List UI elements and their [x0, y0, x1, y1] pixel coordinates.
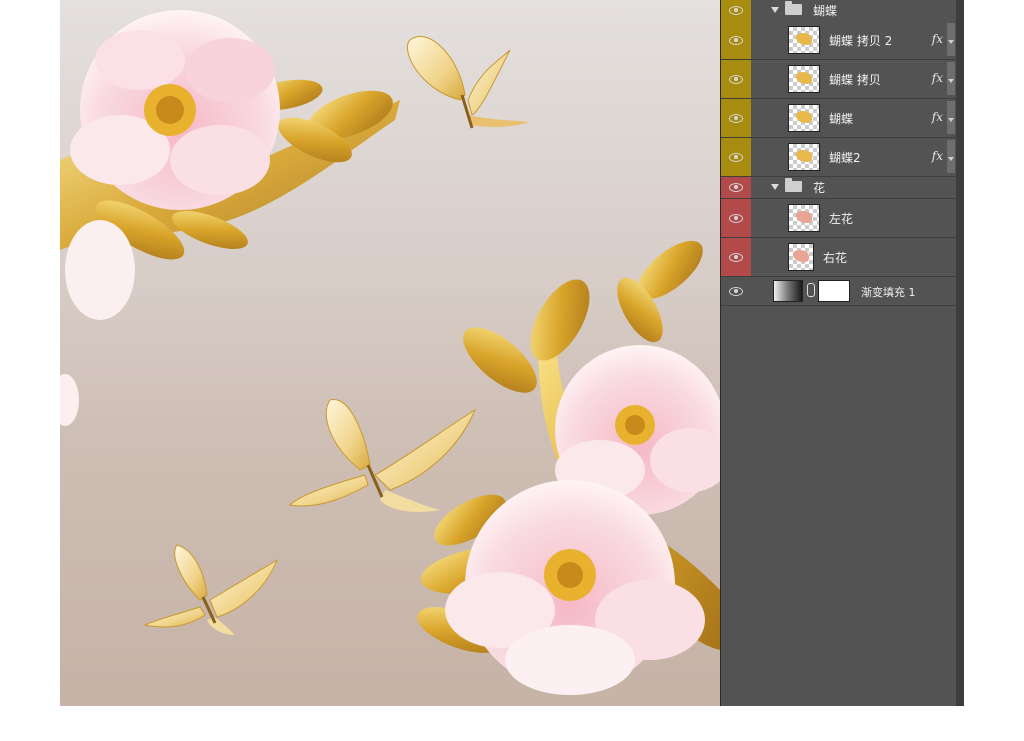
visibility-toggle[interactable]: [721, 0, 751, 21]
eye-icon: [729, 6, 743, 15]
butterfly-bottom: [143, 544, 279, 635]
layer-thumbnail: [788, 65, 820, 93]
layer-name: 渐变填充 1: [861, 286, 916, 299]
layer-left-flower[interactable]: 左花: [721, 199, 957, 238]
layer-thumbnail: [788, 104, 820, 132]
layer-name: 蝴蝶: [829, 112, 854, 126]
eye-icon: [729, 74, 743, 84]
eye-icon: [729, 113, 743, 123]
visibility-toggle[interactable]: [721, 177, 751, 198]
layer-name: 蝴蝶2: [829, 151, 861, 165]
visibility-toggle[interactable]: [721, 60, 751, 98]
layer-thumbnail: [788, 204, 820, 232]
layer-name: 右花: [823, 251, 848, 265]
fx-icon[interactable]: fx: [932, 32, 943, 46]
layer-thumbnail: [788, 243, 814, 271]
disclosure-triangle-icon[interactable]: [771, 7, 779, 13]
layer-butterfly-2[interactable]: 蝴蝶2 fx: [721, 138, 957, 177]
panel-scrollbar[interactable]: [956, 0, 964, 706]
visibility-toggle[interactable]: [721, 199, 751, 237]
eye-icon: [729, 286, 743, 296]
eye-icon: [729, 213, 743, 223]
artwork-canvas[interactable]: [60, 0, 720, 706]
gradient-thumbnail: [773, 280, 803, 302]
fx-icon[interactable]: fx: [932, 110, 943, 124]
visibility-toggle[interactable]: [721, 138, 751, 176]
layer-thumbnail: [788, 143, 820, 171]
artwork-illustration: [60, 10, 720, 695]
visibility-toggle[interactable]: [721, 277, 751, 305]
flower-top-left: [60, 10, 400, 426]
layer-butterfly[interactable]: 蝴蝶 fx: [721, 99, 957, 138]
eye-icon: [729, 183, 743, 192]
folder-icon: [785, 1, 802, 15]
layer-right-flower[interactable]: 右花: [721, 238, 957, 277]
layer-name: 蝴蝶 拷贝: [829, 73, 881, 87]
layers-panel: 蝴蝶 蝴蝶 拷贝 2 fx 蝴蝶 拷贝 fx 蝴蝶 fx 蝴蝶2 fx 花 左花…: [720, 0, 957, 706]
layer-gradient-fill[interactable]: 渐变填充 1: [721, 277, 957, 306]
chain-link-icon[interactable]: [807, 283, 815, 297]
flower-bottom-right: [417, 240, 720, 695]
effects-toggle[interactable]: [947, 140, 955, 173]
fx-icon[interactable]: fx: [932, 71, 943, 85]
effects-toggle[interactable]: [947, 23, 955, 56]
eye-icon: [729, 252, 743, 262]
fx-icon[interactable]: fx: [932, 149, 943, 163]
layer-butterfly-copy-2[interactable]: 蝴蝶 拷贝 2 fx: [721, 21, 957, 60]
butterfly-middle: [288, 399, 477, 512]
effects-toggle[interactable]: [947, 62, 955, 95]
folder-icon: [785, 178, 802, 192]
layer-name: 左花: [829, 212, 854, 226]
eye-icon: [729, 35, 743, 45]
layer-butterfly-copy[interactable]: 蝴蝶 拷贝 fx: [721, 60, 957, 99]
butterfly-top: [406, 35, 530, 129]
layer-thumbnail: [788, 26, 820, 54]
visibility-toggle[interactable]: [721, 21, 751, 59]
visibility-toggle[interactable]: [721, 238, 751, 276]
layer-name: 花: [813, 181, 826, 195]
mask-thumbnail: [818, 280, 850, 302]
visibility-toggle[interactable]: [721, 99, 751, 137]
eye-icon: [729, 152, 743, 162]
layer-name: 蝴蝶 拷贝 2: [829, 34, 893, 48]
layer-name: 蝴蝶: [813, 4, 838, 18]
layer-group-flower[interactable]: 花: [721, 177, 957, 199]
disclosure-triangle-icon[interactable]: [771, 184, 779, 190]
layer-group-butterfly[interactable]: 蝴蝶: [721, 0, 957, 22]
effects-toggle[interactable]: [947, 101, 955, 134]
